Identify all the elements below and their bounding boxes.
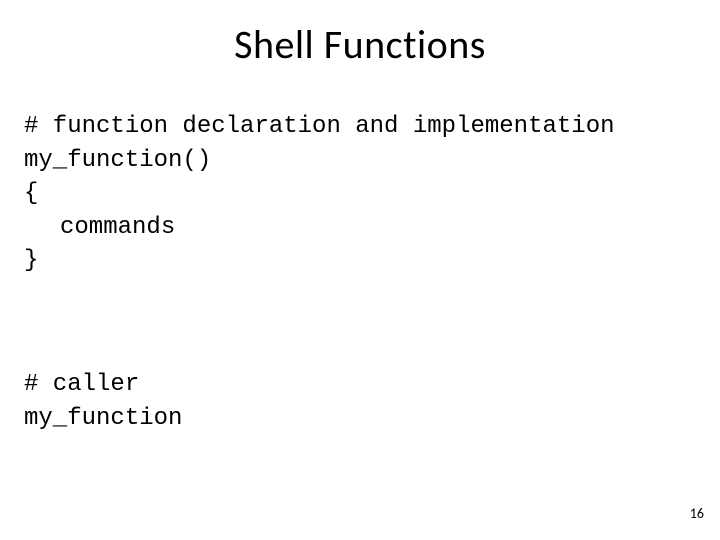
code-block-caller: # caller my_function [24,368,182,435]
code-block-declaration: # function declaration and implementatio… [24,110,615,278]
code-line: my_function() [24,147,211,174]
code-line: { [24,180,38,207]
code-line: # caller [24,371,139,398]
code-line: } [24,247,38,274]
slide: Shell Functions # function declaration a… [0,0,720,540]
code-line: # function declaration and implementatio… [24,113,615,140]
code-line: my_function [24,405,182,432]
page-number: 16 [690,505,704,522]
code-line: commands [24,211,175,245]
slide-title: Shell Functions [0,20,720,69]
